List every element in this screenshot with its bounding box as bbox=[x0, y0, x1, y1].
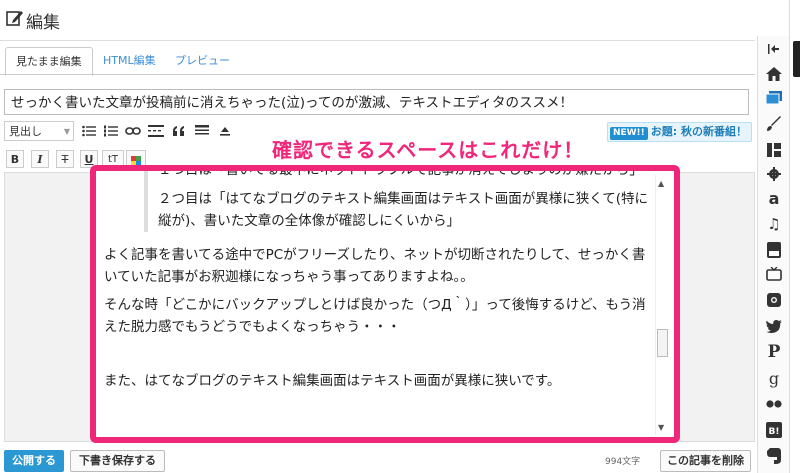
pinterest-icon[interactable]: P bbox=[764, 342, 784, 362]
delete-post-button[interactable]: この記事を削除 bbox=[660, 450, 751, 472]
twitter-icon[interactable] bbox=[764, 316, 784, 336]
collapse-sidebar-icon[interactable] bbox=[764, 39, 784, 59]
bullet-list-icon[interactable] bbox=[80, 122, 98, 140]
music-icon[interactable]: ♫ bbox=[764, 214, 784, 234]
panel-tab bbox=[793, 41, 800, 77]
save-draft-button[interactable]: 下書き保存する bbox=[70, 450, 165, 472]
quote-line-1: １つ目は「書いてる最中にネットトラブルで記事が消えてしまうのが嫌だから」 bbox=[158, 165, 643, 178]
far-right-panel bbox=[789, 0, 800, 473]
editor-header: 編集 bbox=[0, 0, 755, 41]
table-icon[interactable] bbox=[193, 122, 211, 140]
paragraph-2: そんな時「どこかにバックアップしとけば良かった（つД｀）」って後悔するけど、もう… bbox=[104, 297, 646, 335]
link-icon[interactable] bbox=[124, 122, 142, 140]
tab-html[interactable]: HTML編集 bbox=[93, 47, 166, 74]
numbered-list-icon[interactable] bbox=[102, 122, 120, 140]
tools-sidebar: a ♫ P g B! bbox=[757, 36, 789, 473]
char-count: 994文字 bbox=[605, 457, 641, 467]
tab-divider bbox=[0, 74, 755, 75]
photo-icon[interactable] bbox=[764, 88, 784, 108]
tab-preview[interactable]: プレビュー bbox=[165, 47, 240, 74]
blockquote: １つ目は「書いてる最中にネットトラブルで記事が消えてしまうのが嫌だから」 ２つ目… bbox=[144, 165, 652, 232]
editor-content[interactable]: １つ目は「書いてる最中にネットトラブルで記事が消えてしまうのが嫌だから」 ２つ目… bbox=[104, 171, 652, 392]
google-icon[interactable]: g bbox=[764, 368, 784, 388]
strikethrough-button[interactable]: T bbox=[56, 150, 74, 168]
layout-icon[interactable] bbox=[764, 140, 784, 160]
theme-badge-text: お題: 秋の新番組！ bbox=[650, 125, 747, 138]
page-title: 編集 bbox=[26, 13, 60, 33]
bold-button[interactable]: B bbox=[6, 150, 24, 168]
upload-icon[interactable] bbox=[216, 122, 234, 140]
callout-annotation: 確認できるスペースはこれだけ！ bbox=[272, 138, 585, 162]
editor-scrollbar[interactable]: ▲ ▼ bbox=[655, 175, 670, 435]
heading-select[interactable]: 見出し ▼ bbox=[4, 121, 74, 141]
post-title-input[interactable]: せっかく書いた文章が投稿前に消えちゃった(泣)ってのが激減、テキストエディタのス… bbox=[4, 89, 749, 115]
instagram-icon[interactable] bbox=[764, 290, 784, 310]
publish-button[interactable]: 公開する bbox=[4, 450, 64, 472]
pencil-icon bbox=[6, 11, 23, 26]
home-icon[interactable] bbox=[764, 64, 784, 84]
scrollbar-thumb[interactable] bbox=[657, 329, 668, 357]
svg-text:B!: B! bbox=[769, 427, 780, 437]
quote-icon[interactable] bbox=[170, 122, 188, 140]
theme-badge[interactable]: NEW!! お題: 秋の新番組！ bbox=[606, 122, 752, 142]
chevron-down-icon: ▼ bbox=[63, 127, 70, 136]
flickr-icon[interactable] bbox=[764, 394, 784, 414]
amazon-icon[interactable]: a bbox=[764, 188, 784, 208]
gear-icon[interactable] bbox=[764, 164, 784, 184]
scroll-up-icon[interactable]: ▲ bbox=[658, 179, 664, 188]
italic-button[interactable]: I bbox=[31, 150, 49, 168]
tab-wysiwyg[interactable]: 見たまま編集 bbox=[5, 47, 93, 76]
highlight-frame: １つ目は「書いてる最中にネットトラブルで記事が消えてしまうのが嫌だから」 ２つ目… bbox=[90, 165, 680, 443]
blogger-icon[interactable]: B! bbox=[764, 420, 784, 440]
tv-icon[interactable] bbox=[764, 264, 784, 284]
paragraph-1: よく記事を書いてる途中でPCがフリーズしたり、ネットが切断されたりして、せっかく… bbox=[104, 247, 646, 285]
paragraph-3: また、はてなブログのテキスト編集画面はテキスト画面が異様に狭いです。 bbox=[104, 373, 561, 389]
quote-line-2: ２つ目は「はてなブログのテキスト編集画面はテキスト画面が異様に狭くて(特に縦が)… bbox=[158, 191, 649, 229]
scroll-down-icon[interactable]: ▼ bbox=[658, 423, 664, 432]
heading-select-value: 見出し bbox=[9, 125, 42, 138]
evernote-icon[interactable] bbox=[764, 446, 784, 466]
youtube-icon[interactable] bbox=[764, 240, 784, 260]
brush-icon[interactable] bbox=[764, 114, 784, 134]
editor-footer: 公開する 下書き保存する 994文字 この記事を削除 bbox=[0, 446, 755, 473]
new-badge: NEW!! bbox=[609, 127, 648, 140]
more-line-icon[interactable] bbox=[147, 122, 165, 140]
